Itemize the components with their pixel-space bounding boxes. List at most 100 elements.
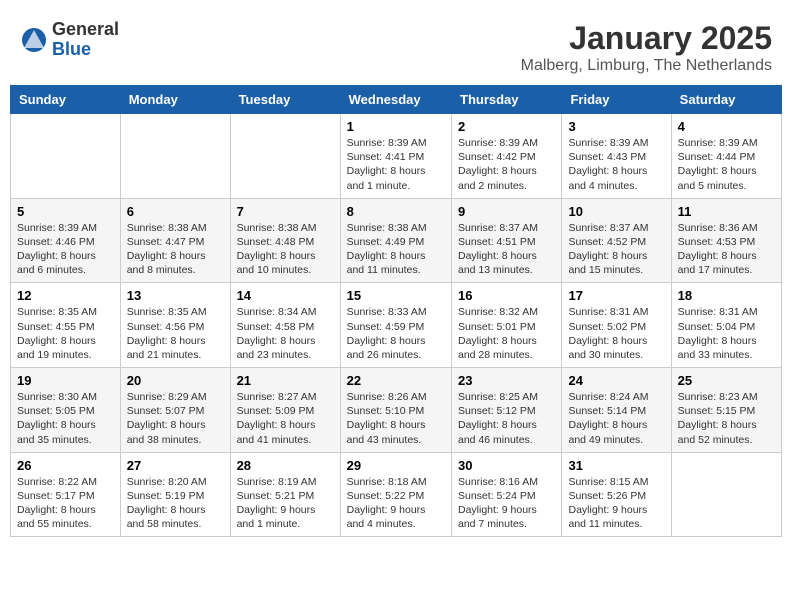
calendar-week-2: 5Sunrise: 8:39 AM Sunset: 4:46 PM Daylig… [11,198,782,283]
day-number: 24 [568,373,664,388]
day-number: 30 [458,458,555,473]
calendar-cell [11,114,121,199]
day-number: 12 [17,288,114,303]
calendar-cell: 21 Sunrise: 8:27 AM Sunset: 5:09 PM Dayli… [230,368,340,453]
day-info: Sunrise: 8:38 AM Sunset: 4:47 PM Dayligh… [127,221,224,278]
day-info: Sunrise: 8:33 AM Sunset: 4:59 PM Dayligh… [347,305,445,362]
day-info: Sunrise: 8:24 AM Sunset: 5:14 PM Dayligh… [568,390,664,447]
day-number: 14 [237,288,334,303]
logo: General Blue [20,20,119,60]
day-number: 16 [458,288,555,303]
day-info: Sunrise: 8:16 AM Sunset: 5:24 PM Dayligh… [458,475,555,532]
calendar-cell: 13 Sunrise: 8:35 AM Sunset: 4:56 PM Dayli… [120,283,230,368]
calendar-cell: 6 Sunrise: 8:38 AM Sunset: 4:47 PM Daylig… [120,198,230,283]
day-info: Sunrise: 8:30 AM Sunset: 5:05 PM Dayligh… [17,390,114,447]
day-number: 13 [127,288,224,303]
day-number: 15 [347,288,445,303]
calendar-cell: 1 Sunrise: 8:39 AM Sunset: 4:41 PM Daylig… [340,114,451,199]
day-info: Sunrise: 8:22 AM Sunset: 5:17 PM Dayligh… [17,475,114,532]
title-section: January 2025 Malberg, Limburg, The Nethe… [521,20,772,75]
day-info: Sunrise: 8:32 AM Sunset: 5:01 PM Dayligh… [458,305,555,362]
calendar-cell: 31 Sunrise: 8:15 AM Sunset: 5:26 PM Dayli… [562,452,671,537]
calendar-cell: 26 Sunrise: 8:22 AM Sunset: 5:17 PM Dayli… [11,452,121,537]
calendar-week-5: 26 Sunrise: 8:22 AM Sunset: 5:17 PM Dayli… [11,452,782,537]
day-info: Sunrise: 8:23 AM Sunset: 5:15 PM Dayligh… [678,390,775,447]
calendar-cell: 29 Sunrise: 8:18 AM Sunset: 5:22 PM Dayli… [340,452,451,537]
day-info: Sunrise: 8:39 AM Sunset: 4:46 PM Dayligh… [17,221,114,278]
day-number: 4 [678,119,775,134]
calendar-cell: 27 Sunrise: 8:20 AM Sunset: 5:19 PM Dayli… [120,452,230,537]
day-number: 7 [237,204,334,219]
day-number: 31 [568,458,664,473]
day-number: 27 [127,458,224,473]
calendar-cell: 23Sunrise: 8:25 AM Sunset: 5:12 PM Dayli… [452,368,562,453]
calendar-cell: 5Sunrise: 8:39 AM Sunset: 4:46 PM Daylig… [11,198,121,283]
calendar-cell: 14 Sunrise: 8:34 AM Sunset: 4:58 PM Dayli… [230,283,340,368]
day-number: 6 [127,204,224,219]
calendar-cell: 16 Sunrise: 8:32 AM Sunset: 5:01 PM Dayli… [452,283,562,368]
day-info: Sunrise: 8:39 AM Sunset: 4:41 PM Dayligh… [347,136,445,193]
month-title: January 2025 [521,20,772,57]
day-number: 3 [568,119,664,134]
calendar-cell: 12 Sunrise: 8:35 AM Sunset: 4:55 PM Dayli… [11,283,121,368]
logo-text: General Blue [52,20,119,60]
day-number: 10 [568,204,664,219]
calendar-cell: 30 Sunrise: 8:16 AM Sunset: 5:24 PM Dayli… [452,452,562,537]
page-header: General Blue January 2025 Malberg, Limbu… [10,10,782,80]
calendar-cell: 18Sunrise: 8:31 AM Sunset: 5:04 PM Dayli… [671,283,781,368]
day-number: 9 [458,204,555,219]
day-number: 23 [458,373,555,388]
day-number: 19 [17,373,114,388]
day-info: Sunrise: 8:37 AM Sunset: 4:52 PM Dayligh… [568,221,664,278]
day-info: Sunrise: 8:35 AM Sunset: 4:55 PM Dayligh… [17,305,114,362]
day-info: Sunrise: 8:39 AM Sunset: 4:42 PM Dayligh… [458,136,555,193]
day-info: Sunrise: 8:34 AM Sunset: 4:58 PM Dayligh… [237,305,334,362]
day-info: Sunrise: 8:39 AM Sunset: 4:43 PM Dayligh… [568,136,664,193]
day-info: Sunrise: 8:15 AM Sunset: 5:26 PM Dayligh… [568,475,664,532]
day-header-saturday: Saturday [671,86,781,114]
day-header-friday: Friday [562,86,671,114]
calendar-cell: 22 Sunrise: 8:26 AM Sunset: 5:10 PM Dayli… [340,368,451,453]
day-info: Sunrise: 8:26 AM Sunset: 5:10 PM Dayligh… [347,390,445,447]
day-number: 22 [347,373,445,388]
day-info: Sunrise: 8:37 AM Sunset: 4:51 PM Dayligh… [458,221,555,278]
day-info: Sunrise: 8:18 AM Sunset: 5:22 PM Dayligh… [347,475,445,532]
day-info: Sunrise: 8:36 AM Sunset: 4:53 PM Dayligh… [678,221,775,278]
day-number: 17 [568,288,664,303]
day-info: Sunrise: 8:31 AM Sunset: 5:02 PM Dayligh… [568,305,664,362]
day-header-wednesday: Wednesday [340,86,451,114]
day-info: Sunrise: 8:27 AM Sunset: 5:09 PM Dayligh… [237,390,334,447]
calendar-cell: 24 Sunrise: 8:24 AM Sunset: 5:14 PM Dayli… [562,368,671,453]
day-number: 2 [458,119,555,134]
calendar-cell: 11 Sunrise: 8:36 AM Sunset: 4:53 PM Dayli… [671,198,781,283]
day-number: 29 [347,458,445,473]
calendar-cell: 2 Sunrise: 8:39 AM Sunset: 4:42 PM Daylig… [452,114,562,199]
day-info: Sunrise: 8:20 AM Sunset: 5:19 PM Dayligh… [127,475,224,532]
day-info: Sunrise: 8:29 AM Sunset: 5:07 PM Dayligh… [127,390,224,447]
calendar-cell: 3 Sunrise: 8:39 AM Sunset: 4:43 PM Daylig… [562,114,671,199]
calendar-cell: 7 Sunrise: 8:38 AM Sunset: 4:48 PM Daylig… [230,198,340,283]
calendar-week-3: 12 Sunrise: 8:35 AM Sunset: 4:55 PM Dayli… [11,283,782,368]
day-info: Sunrise: 8:35 AM Sunset: 4:56 PM Dayligh… [127,305,224,362]
calendar-header-row: SundayMondayTuesdayWednesdayThursdayFrid… [11,86,782,114]
day-number: 21 [237,373,334,388]
day-number: 8 [347,204,445,219]
calendar-cell [230,114,340,199]
location: Malberg, Limburg, The Netherlands [521,57,772,75]
calendar-table: SundayMondayTuesdayWednesdayThursdayFrid… [10,85,782,537]
day-number: 18 [678,288,775,303]
day-number: 26 [17,458,114,473]
calendar-cell: 17 Sunrise: 8:31 AM Sunset: 5:02 PM Dayli… [562,283,671,368]
day-number: 1 [347,119,445,134]
day-number: 11 [678,204,775,219]
day-header-tuesday: Tuesday [230,86,340,114]
calendar-cell [120,114,230,199]
day-number: 28 [237,458,334,473]
day-info: Sunrise: 8:38 AM Sunset: 4:48 PM Dayligh… [237,221,334,278]
day-info: Sunrise: 8:38 AM Sunset: 4:49 PM Dayligh… [347,221,445,278]
logo-blue: Blue [52,40,119,60]
day-number: 20 [127,373,224,388]
calendar-cell: 10 Sunrise: 8:37 AM Sunset: 4:52 PM Dayli… [562,198,671,283]
calendar-cell: 25Sunrise: 8:23 AM Sunset: 5:15 PM Dayli… [671,368,781,453]
calendar-cell: 20 Sunrise: 8:29 AM Sunset: 5:07 PM Dayli… [120,368,230,453]
